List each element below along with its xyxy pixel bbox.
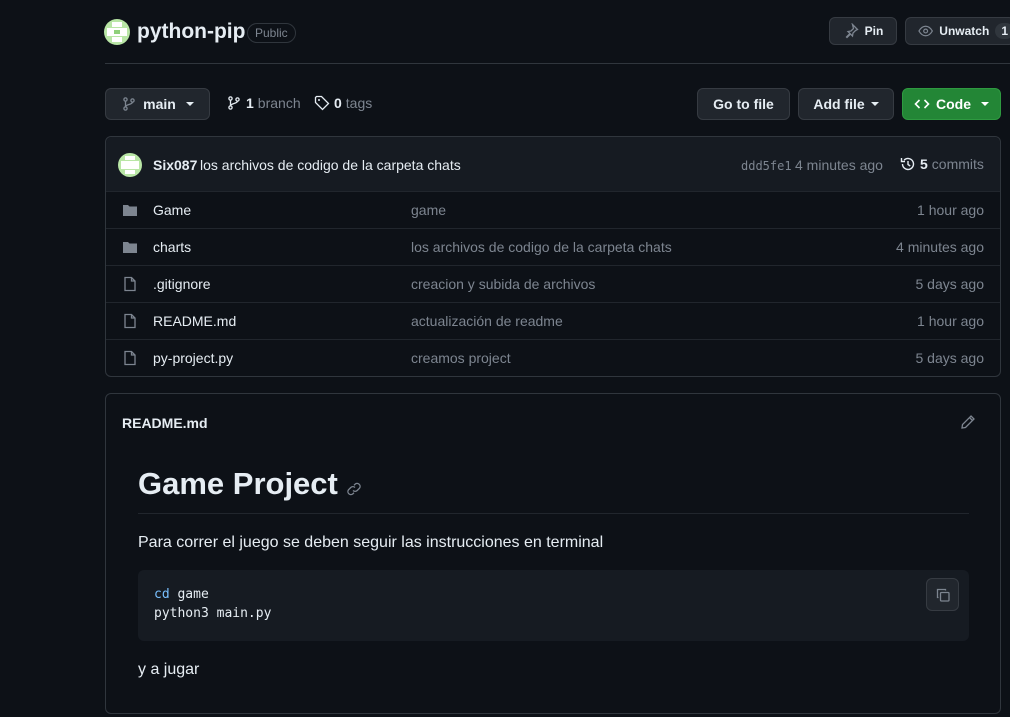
unwatch-label: Unwatch xyxy=(939,24,990,38)
code-keyword: cd xyxy=(154,587,170,602)
file-icon xyxy=(124,350,136,366)
file-name[interactable]: charts xyxy=(153,239,191,255)
chevron-down-icon xyxy=(981,102,989,106)
commit-hash[interactable]: ddd5fe1 xyxy=(741,159,792,173)
file-row[interactable]: .gitignore creacion y subida de archivos… xyxy=(106,265,1000,302)
file-age: 5 days ago xyxy=(915,350,985,366)
file-commit-message[interactable]: los archivos de codigo de la carpeta cha… xyxy=(411,239,672,255)
tag-label: tags xyxy=(345,95,373,111)
branch-icon xyxy=(123,97,135,111)
pin-label: Pin xyxy=(864,24,884,38)
pencil-icon[interactable] xyxy=(960,414,976,430)
code-block: cd game python3 main.py xyxy=(138,570,969,641)
latest-commit-bar: Six087 los archivos de codigo de la carp… xyxy=(106,137,1000,191)
commit-time: 4 minutes ago xyxy=(795,157,883,173)
code-icon xyxy=(914,99,930,109)
repo-name[interactable]: python-pip xyxy=(137,20,245,44)
chevron-down-icon xyxy=(870,102,879,106)
commit-author[interactable]: Six087 xyxy=(153,157,197,173)
unwatch-button[interactable]: Unwatch 1 xyxy=(905,17,1010,45)
file-row[interactable]: charts los archivos de codigo de la carp… xyxy=(106,228,1000,265)
heading-divider xyxy=(138,513,969,514)
branch-select-button[interactable]: main xyxy=(105,88,210,120)
watch-count: 1 xyxy=(995,23,1010,39)
commit-message[interactable]: los archivos de codigo de la carpeta cha… xyxy=(200,157,461,173)
readme-heading: Game Project xyxy=(138,466,362,502)
file-list: Six087 los archivos de codigo de la carp… xyxy=(105,136,1001,377)
branch-name: main xyxy=(143,96,176,112)
file-icon xyxy=(124,276,136,292)
readme-box: README.md Game Project Para correr el ju… xyxy=(105,393,1001,714)
code-argument: game xyxy=(177,587,209,602)
tag-icon xyxy=(314,95,330,111)
readme-filename[interactable]: README.md xyxy=(122,415,208,431)
pin-icon xyxy=(845,23,859,39)
code-label: Code xyxy=(936,96,971,112)
branches-link[interactable]: 1 branch xyxy=(226,95,301,111)
file-commit-message[interactable]: creamos project xyxy=(411,350,511,366)
code-line: python3 main.py xyxy=(154,606,272,621)
file-name[interactable]: Game xyxy=(153,202,191,218)
file-commit-message[interactable]: actualización de readme xyxy=(411,313,563,329)
copy-icon xyxy=(936,588,950,602)
history-icon xyxy=(900,157,915,171)
visibility-badge: Public xyxy=(247,23,296,43)
file-icon xyxy=(124,313,136,329)
file-name[interactable]: py-project.py xyxy=(153,350,233,366)
file-age: 1 hour ago xyxy=(917,313,984,329)
file-row[interactable]: Game game 1 hour ago xyxy=(106,191,1000,228)
file-commit-message[interactable]: game xyxy=(411,202,446,218)
readme-paragraph: Para correr el juego se deben seguir las… xyxy=(138,534,604,551)
commit-count: 5 xyxy=(920,156,928,172)
file-row[interactable]: README.md actualización de readme 1 hour… xyxy=(106,302,1000,339)
repo-avatar[interactable] xyxy=(104,19,130,45)
link-icon[interactable] xyxy=(346,481,362,497)
file-row[interactable]: py-project.py creamos project 5 days ago xyxy=(106,339,1000,376)
add-file-label: Add file xyxy=(813,96,865,112)
readme-heading-text: Game Project xyxy=(138,466,338,501)
copy-button[interactable] xyxy=(926,578,959,611)
branch-count: 1 xyxy=(246,95,254,111)
go-to-file-button[interactable]: Go to file xyxy=(697,88,790,120)
author-avatar[interactable] xyxy=(118,153,142,177)
file-age: 5 days ago xyxy=(915,276,985,292)
go-to-file-label: Go to file xyxy=(713,96,774,112)
code-line: cd game xyxy=(154,587,209,602)
branch-icon xyxy=(228,96,240,110)
file-age: 1 hour ago xyxy=(917,202,984,218)
eye-icon xyxy=(918,25,934,37)
commits-label: commits xyxy=(931,156,984,172)
chevron-down-icon xyxy=(185,102,194,106)
add-file-button[interactable]: Add file xyxy=(798,88,894,120)
code-button[interactable]: Code xyxy=(902,88,1001,120)
branch-label: branch xyxy=(257,95,301,111)
file-commit-message[interactable]: creacion y subida de archivos xyxy=(411,276,595,292)
tags-link[interactable]: 0 tags xyxy=(314,95,372,111)
commits-link[interactable]: 5 commits xyxy=(900,156,984,172)
file-name[interactable]: README.md xyxy=(153,313,236,329)
file-name[interactable]: .gitignore xyxy=(153,276,211,292)
tag-count: 0 xyxy=(334,95,342,111)
file-age: 4 minutes ago xyxy=(896,239,984,255)
readme-footer-text: y a jugar xyxy=(138,661,200,678)
folder-icon xyxy=(123,205,137,216)
folder-icon xyxy=(123,242,137,253)
pin-button[interactable]: Pin xyxy=(829,17,897,45)
header-divider xyxy=(105,63,1010,64)
